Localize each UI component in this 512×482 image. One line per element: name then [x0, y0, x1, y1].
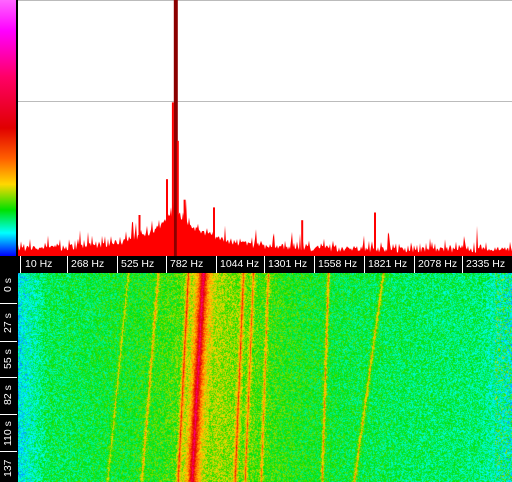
- freq-tick-label: 10 Hz: [25, 258, 53, 270]
- time-tick-label: 137: [2, 459, 14, 478]
- time-tick-label: 110 s: [2, 421, 14, 447]
- freq-tick-mark: [414, 256, 415, 273]
- spectrum-peak: [183, 199, 186, 256]
- freq-tick-mark: [364, 256, 365, 273]
- freq-tick-label: 782 Hz: [170, 258, 204, 270]
- time-tick-label: 0 s: [2, 278, 14, 293]
- freq-tick-label: 2335 Hz: [466, 258, 506, 270]
- freq-tick-label: 1821 Hz: [368, 258, 408, 270]
- freq-tick-mark: [264, 256, 265, 273]
- time-tick-label: 82 s: [2, 385, 14, 405]
- freq-tick-mark: [314, 256, 315, 273]
- spectrum-peak: [171, 102, 174, 256]
- spectrum-peak: [374, 212, 376, 256]
- freq-tick-label: 1044 Hz: [220, 258, 260, 270]
- freq-tick-mark: [166, 256, 167, 273]
- freq-tick-label: 1558 Hz: [318, 258, 358, 270]
- freq-tick-label: 525 Hz: [121, 258, 155, 270]
- spectrum-plot[interactable]: [18, 0, 512, 256]
- spectrum-peak: [301, 220, 304, 256]
- waterfall-spectrogram[interactable]: [18, 273, 512, 482]
- spectrum-peak: [138, 215, 141, 256]
- time-tick-label: 55 s: [2, 349, 14, 369]
- frequency-axis: 10 Hz 268 Hz 525 Hz 782 Hz 1044 Hz 1301 …: [0, 256, 512, 273]
- freq-tick-mark: [216, 256, 217, 273]
- freq-tick-mark: [462, 256, 463, 273]
- freq-tick-mark: [67, 256, 68, 273]
- time-axis: 0 s 27 s 55 s 82 s 110 s 137: [0, 273, 17, 482]
- time-tick-mark: [0, 303, 17, 304]
- time-tick-label: 27 s: [2, 313, 14, 333]
- spectrum-peak: [176, 140, 179, 256]
- spectrum-peak: [213, 207, 215, 256]
- freq-tick-mark: [117, 256, 118, 273]
- time-tick-mark: [0, 377, 17, 378]
- time-tick-mark: [0, 341, 17, 342]
- time-tick-mark: [0, 414, 17, 415]
- freq-tick-label: 1301 Hz: [268, 258, 308, 270]
- time-tick-mark: [0, 451, 17, 452]
- freq-tick-label: 2078 Hz: [418, 258, 458, 270]
- spectrum-background: [18, 0, 512, 256]
- spectrum-peak: [166, 179, 168, 256]
- freq-tick-label: 268 Hz: [71, 258, 105, 270]
- freq-tick-mark: [20, 256, 21, 273]
- spectrum-analyzer: 10 Hz 268 Hz 525 Hz 782 Hz 1044 Hz 1301 …: [0, 0, 512, 482]
- intensity-color-scale: [0, 0, 16, 256]
